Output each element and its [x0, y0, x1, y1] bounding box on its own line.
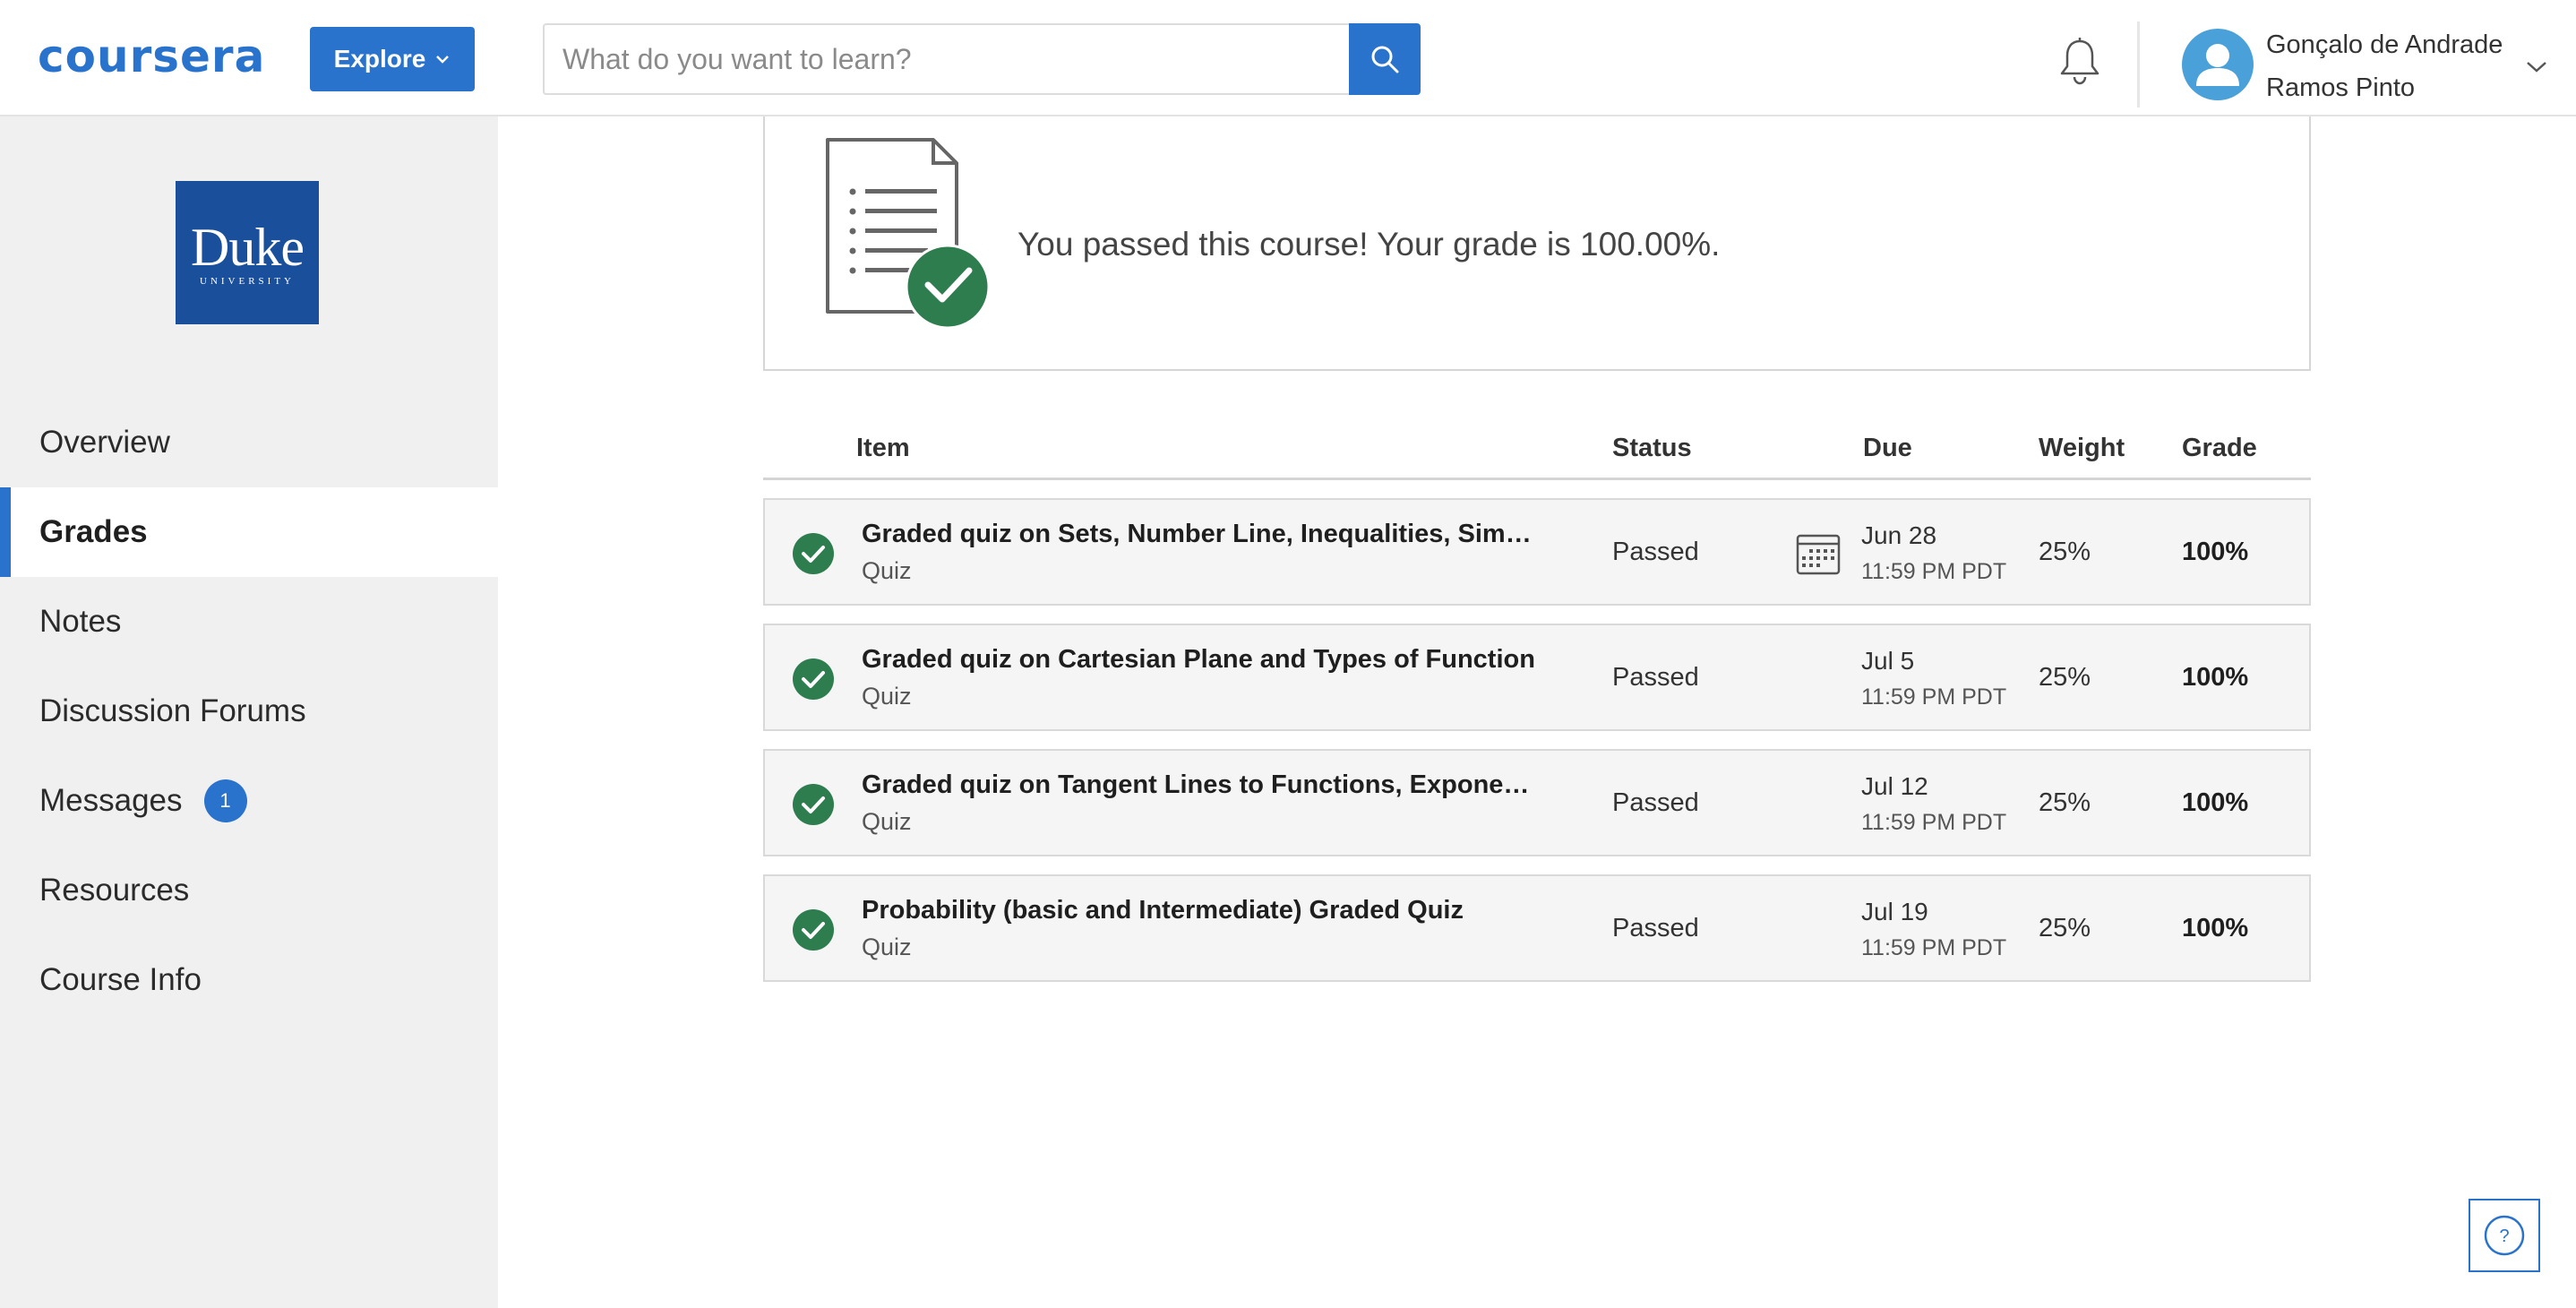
due-date: Jul 12	[1861, 772, 1928, 800]
due-date: Jul 5	[1861, 647, 1915, 675]
due-date: Jun 28	[1861, 521, 1937, 549]
sidebar-item-label: Discussion Forums	[39, 693, 306, 728]
assignment-title-link[interactable]: Graded quiz on Tangent Lines to Function…	[862, 770, 1542, 800]
assignment-grade: 100%	[2182, 663, 2249, 692]
check-circle-icon	[793, 533, 834, 574]
due-date: Jul 19	[1861, 898, 1928, 925]
course-passed-card: You passed this course! Your grade is 10…	[763, 116, 2311, 371]
assignment-weight: 25%	[2039, 914, 2091, 942]
sidebar-item-label: Resources	[39, 873, 190, 908]
course-passed-message: You passed this course! Your grade is 10…	[1018, 226, 1721, 262]
user-avatar[interactable]	[2182, 29, 2254, 100]
sidebar-item-resources[interactable]: Resources	[0, 846, 498, 935]
check-circle-icon	[793, 784, 834, 825]
chevron-down-icon[interactable]	[2524, 57, 2549, 75]
assignment-title-link[interactable]: Graded quiz on Sets, Number Line, Inequa…	[862, 520, 1542, 549]
column-header-grade: Grade	[2182, 434, 2257, 462]
sidebar-item-label: Overview	[39, 425, 170, 460]
search-input[interactable]	[545, 25, 1349, 93]
check-circle-icon	[793, 909, 834, 951]
user-icon	[2196, 44, 2239, 86]
help-label: ?	[2499, 1226, 2509, 1246]
assignment-status: Passed	[1612, 788, 1699, 817]
help-icon: ?	[2484, 1215, 2525, 1256]
assignment-type: Quiz	[862, 808, 912, 835]
explore-button-label: Explore	[333, 45, 426, 73]
assignment-status: Passed	[1612, 538, 1699, 566]
sidebar-item-label: Notes	[39, 604, 122, 639]
assignment-type: Quiz	[862, 934, 912, 960]
sidebar-item-messages[interactable]: Messages 1	[0, 756, 498, 846]
column-header-status: Status	[1612, 434, 1692, 462]
assignment-status: Passed	[1612, 663, 1699, 692]
document-check-icon	[826, 138, 991, 330]
header-divider	[2137, 22, 2140, 108]
sidebar-item-discussion-forums[interactable]: Discussion Forums	[0, 667, 498, 756]
assignment-type: Quiz	[862, 557, 912, 584]
assignment-grade: 100%	[2182, 538, 2249, 566]
logo-subword: UNIVERSITY	[200, 276, 295, 287]
search-icon	[1371, 46, 1399, 73]
check-circle-icon	[793, 658, 834, 700]
user-name-line2: Ramos Pinto	[2266, 73, 2416, 102]
due-time: 11:59 PM PDT	[1861, 810, 2007, 835]
coursera-logo[interactable]: coursera	[38, 32, 265, 81]
messages-count-badge: 1	[203, 779, 247, 822]
explore-button[interactable]: Explore	[310, 27, 475, 91]
sidebar-item-label: Messages	[39, 783, 183, 818]
column-header-due: Due	[1863, 434, 1912, 462]
sidebar-item-overview[interactable]: Overview	[0, 398, 498, 487]
sidebar-item-notes[interactable]: Notes	[0, 577, 498, 667]
user-name-line1: Gonçalo de Andrade	[2266, 30, 2503, 59]
help-button[interactable]: ?	[2469, 1199, 2540, 1272]
due-time: 11:59 PM PDT	[1861, 559, 2007, 584]
sidebar-item-grades[interactable]: Grades	[0, 487, 498, 577]
due-time: 11:59 PM PDT	[1861, 684, 2007, 710]
assignment-weight: 25%	[2039, 788, 2091, 817]
course-sidebar: Duke UNIVERSITY Overview Grades Notes Di…	[0, 116, 498, 1308]
sidebar-item-course-info[interactable]: Course Info	[0, 935, 498, 1025]
duke-university-logo[interactable]: Duke UNIVERSITY	[176, 181, 319, 324]
assignment-weight: 25%	[2039, 663, 2091, 692]
assignment-grade: 100%	[2182, 788, 2249, 817]
assignment-type: Quiz	[862, 683, 912, 710]
table-row[interactable]: Graded quiz on Tangent Lines to Function…	[763, 749, 2311, 856]
table-row[interactable]: Graded quiz on Cartesian Plane and Types…	[763, 624, 2311, 731]
sidebar-item-label: Course Info	[39, 962, 202, 997]
search-field[interactable]	[543, 23, 1349, 95]
assignment-title-link[interactable]: Probability (basic and Intermediate) Gra…	[862, 896, 1542, 925]
assignment-grade: 100%	[2182, 914, 2249, 942]
chevron-down-icon	[436, 56, 450, 64]
assignment-weight: 25%	[2039, 538, 2091, 566]
column-header-weight: Weight	[2039, 434, 2125, 462]
search-button[interactable]	[1349, 23, 1421, 95]
assignment-status: Passed	[1612, 914, 1699, 942]
calendar-icon[interactable]	[1795, 530, 1842, 577]
bell-icon[interactable]	[2057, 36, 2103, 86]
user-name[interactable]: Gonçalo de Andrade Ramos Pinto	[2266, 23, 2526, 109]
due-time: 11:59 PM PDT	[1861, 935, 2007, 960]
table-row[interactable]: Graded quiz on Sets, Number Line, Inequa…	[763, 498, 2311, 606]
logo-word: Duke	[191, 218, 305, 277]
sidebar-item-label: Grades	[39, 514, 148, 549]
grades-table-header: Item Status Due Weight Grade	[763, 421, 2311, 480]
column-header-item: Item	[856, 434, 910, 462]
assignment-title-link[interactable]: Graded quiz on Cartesian Plane and Types…	[862, 645, 1542, 675]
table-row[interactable]: Probability (basic and Intermediate) Gra…	[763, 874, 2311, 982]
top-header: coursera Explore Gonçalo de Andrade Ramo…	[0, 0, 2576, 116]
